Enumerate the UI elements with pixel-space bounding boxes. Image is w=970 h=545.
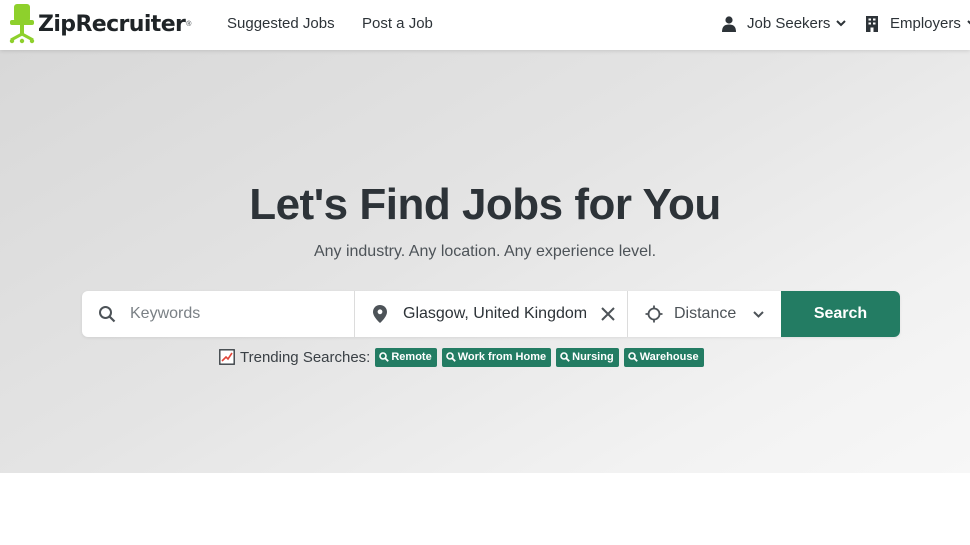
- trending-chip-label: Warehouse: [639, 351, 699, 363]
- search-icon: [560, 352, 570, 362]
- page-title: Let's Find Jobs for You: [249, 180, 721, 229]
- nav-suggested-jobs-link[interactable]: Suggested Jobs: [227, 15, 335, 32]
- search-icon: [99, 306, 116, 323]
- trending-chip-warehouse[interactable]: Warehouse: [623, 347, 704, 367]
- trending-chip-label: Nursing: [572, 351, 614, 363]
- keywords-input[interactable]: [130, 299, 340, 329]
- job-search-form: Distance Search: [82, 291, 900, 337]
- trending-chart-icon: [219, 349, 235, 365]
- clear-x-icon[interactable]: [600, 306, 616, 322]
- crosshair-icon: [645, 305, 663, 323]
- hero-section: Let's Find Jobs for You Any industry. An…: [0, 50, 970, 473]
- trending-chip-label: Work from Home: [457, 351, 547, 363]
- job-seekers-label: Job Seekers: [747, 15, 831, 32]
- search-button[interactable]: Search: [781, 291, 900, 337]
- location-field: [355, 291, 628, 337]
- nav-post-a-job-link[interactable]: Post a Job: [362, 15, 433, 32]
- logo-registered-mark: ®: [186, 20, 192, 28]
- trending-searches-label: Trending Searches:: [240, 348, 371, 366]
- hero-subtitle: Any industry. Any location. Any experien…: [313, 243, 657, 260]
- job-seekers-menu[interactable]: Job Seekers: [722, 15, 847, 32]
- employers-menu[interactable]: Employers: [865, 15, 970, 32]
- ziprecruiter-logo[interactable]: ZipRecruiter ®: [9, 4, 191, 44]
- chair-logo-icon: [9, 4, 35, 44]
- logo-wordmark: ZipRecruiter: [38, 11, 186, 37]
- trending-chip-work-from-home[interactable]: Work from Home: [441, 347, 552, 367]
- chevron-down-icon: [836, 20, 847, 27]
- distance-select[interactable]: Distance: [628, 291, 781, 337]
- top-navigation-bar: ZipRecruiter ® Suggested Jobs Post a Job …: [0, 0, 970, 50]
- distance-label: Distance: [674, 305, 737, 322]
- keywords-field: [82, 291, 355, 337]
- employers-label: Employers: [890, 15, 961, 32]
- trending-chip-remote[interactable]: Remote: [375, 347, 437, 367]
- map-pin-icon: [373, 305, 387, 323]
- trending-chip-label: Remote: [391, 351, 432, 363]
- trending-chip-nursing[interactable]: Nursing: [556, 347, 619, 367]
- trending-searches: Trending Searches: Remote Work from Home…: [219, 347, 709, 367]
- location-input[interactable]: [403, 299, 593, 329]
- search-icon: [445, 352, 456, 362]
- search-icon: [379, 352, 390, 362]
- chevron-down-icon: [753, 311, 764, 318]
- building-icon: [866, 15, 878, 32]
- person-icon: [722, 15, 736, 32]
- search-icon: [627, 352, 638, 362]
